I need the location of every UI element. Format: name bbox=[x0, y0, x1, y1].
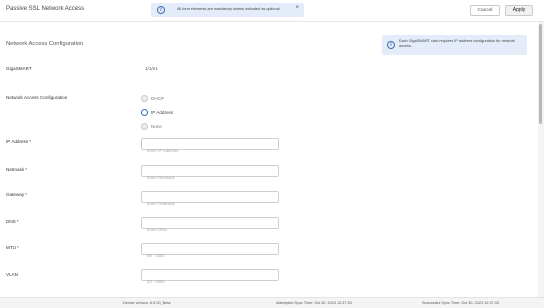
ip-address-label: IP Address* bbox=[6, 139, 31, 144]
mtu-field[interactable] bbox=[141, 243, 279, 261]
network-access-label: Network Access Configuration bbox=[6, 95, 68, 100]
dns-label: DNS* bbox=[6, 219, 19, 224]
close-icon[interactable]: × bbox=[295, 5, 299, 11]
netmask-field[interactable] bbox=[141, 165, 279, 183]
gateway-field[interactable] bbox=[141, 191, 279, 209]
required-marker: * bbox=[16, 245, 19, 250]
info-note-text: Each GigaSMART card requires IP address … bbox=[399, 39, 515, 48]
attempted-sync-time: Attempted Sync Time: Oct 30, 2023 12:37:… bbox=[276, 301, 352, 305]
radio-none-label[interactable]: None bbox=[151, 124, 162, 129]
section-title: Network Access Configuration bbox=[6, 41, 84, 47]
gigasmart-value: 1/1/e1 bbox=[145, 66, 158, 71]
ip-address-field[interactable] bbox=[141, 138, 279, 156]
mtu-input[interactable] bbox=[142, 250, 278, 261]
ip-address-input[interactable] bbox=[142, 145, 278, 156]
radio-ip-address[interactable] bbox=[141, 109, 148, 116]
radio-ip-address-label[interactable]: IP Address bbox=[151, 110, 173, 115]
vlan-field[interactable] bbox=[141, 269, 279, 287]
required-marker: * bbox=[29, 139, 31, 144]
radio-none[interactable] bbox=[141, 123, 148, 130]
required-marker: * bbox=[25, 192, 27, 197]
apply-button[interactable]: Apply bbox=[505, 5, 533, 16]
netmask-label-text: Netmask bbox=[6, 167, 25, 172]
gateway-input[interactable] bbox=[142, 198, 278, 209]
netmask-input[interactable] bbox=[142, 172, 278, 183]
vlan-label: VLAN bbox=[6, 272, 19, 277]
page-title: Passive SSL Network Access bbox=[6, 6, 85, 12]
successful-sync-time: Successful Sync Time: Oct 30, 2023 12:37… bbox=[422, 301, 499, 305]
info-note: i Each GigaSMART card requires IP addres… bbox=[382, 35, 527, 55]
device-version: Device version: 6.5.00_Beta bbox=[123, 301, 171, 305]
top-bar: Passive SSL Network Access i All form el… bbox=[0, 0, 544, 22]
info-banner-text: All form elements are mandatory unless i… bbox=[177, 7, 281, 11]
dns-input[interactable] bbox=[142, 224, 278, 235]
status-footer: Device version: 6.5.00_Beta Attempted Sy… bbox=[0, 297, 544, 308]
required-marker: * bbox=[16, 219, 19, 224]
info-icon: i bbox=[387, 41, 395, 49]
info-icon: i bbox=[157, 6, 165, 14]
gateway-label-text: Gateway bbox=[6, 192, 25, 197]
dns-field[interactable] bbox=[141, 217, 279, 235]
mtu-label: MTU* bbox=[6, 245, 19, 250]
required-marker: * bbox=[25, 167, 27, 172]
info-banner: i All form elements are mandatory unless… bbox=[151, 3, 304, 17]
radio-dhcp-label[interactable]: DHCP bbox=[151, 96, 164, 101]
dns-label-text: DNS bbox=[6, 219, 16, 224]
cancel-button[interactable]: Cancel bbox=[470, 5, 500, 16]
gateway-label: Gateway* bbox=[6, 192, 27, 197]
scrollbar-thumb[interactable] bbox=[539, 24, 542, 124]
gigasmart-label: GigaSMART bbox=[6, 66, 32, 71]
vlan-input[interactable] bbox=[142, 276, 278, 287]
radio-dhcp[interactable] bbox=[141, 95, 148, 102]
netmask-label: Netmask* bbox=[6, 167, 27, 172]
ip-address-label-text: IP Address bbox=[6, 139, 29, 144]
mtu-label-text: MTU bbox=[6, 245, 16, 250]
